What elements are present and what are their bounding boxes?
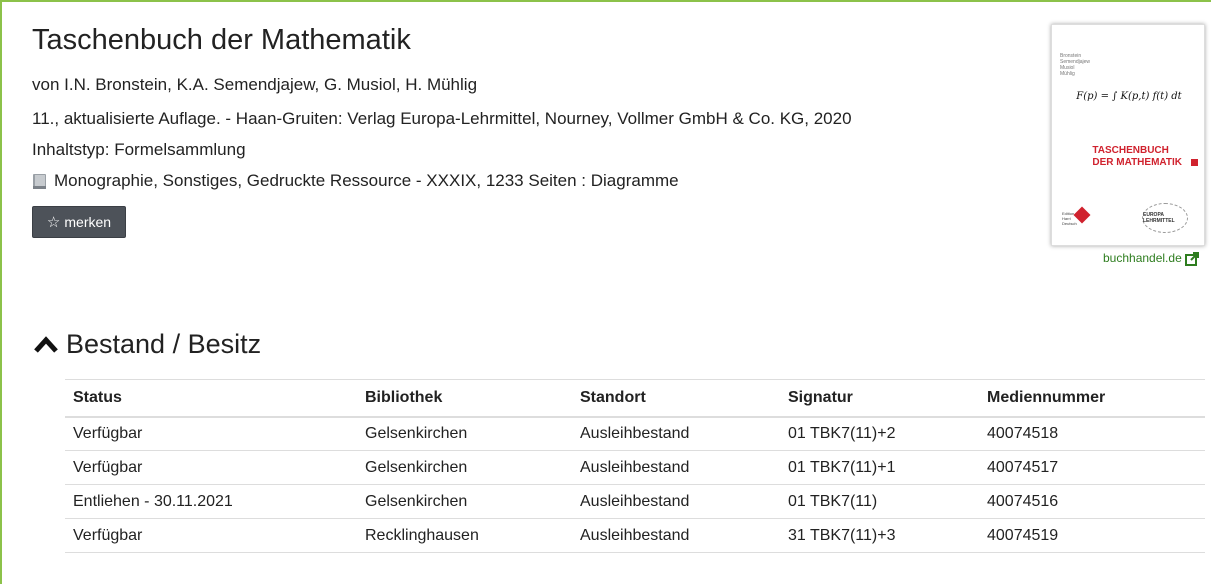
cell-status: Entliehen - 30.11.2021 xyxy=(65,484,357,519)
holdings-heading: Bestand / Besitz xyxy=(66,329,262,359)
cell-bibliothek: Gelsenkirchen xyxy=(357,450,572,485)
cell-signatur: 31 TBK7(11)+3 xyxy=(780,518,979,553)
holdings-table: Status Bibliothek Standort Signatur Medi… xyxy=(65,379,1205,553)
cell-standort: Ausleihbestand xyxy=(572,484,780,519)
cell-status: Verfügbar xyxy=(65,518,357,553)
cell-mediennummer: 40074518 xyxy=(979,416,1205,451)
record-authors: von I.N. Bronstein, K.A. Semendjajew, G.… xyxy=(32,75,478,94)
cover-authors: Bronstein Semendjajew Musiol Mühlig xyxy=(1060,53,1091,77)
chevron-up-icon xyxy=(34,335,58,355)
cell-bibliothek: Gelsenkirchen xyxy=(357,484,572,519)
cover-publisher-logo-left: Edition Harri Deutsch xyxy=(1062,206,1091,226)
record-title: Taschenbuch der Mathematik xyxy=(32,24,411,56)
column-header-bibliothek: Bibliothek xyxy=(357,379,572,418)
column-header-signatur: Signatur xyxy=(780,379,979,418)
table-header-row: Status Bibliothek Standort Signatur Medi… xyxy=(65,379,1205,418)
cell-standort: Ausleihbestand xyxy=(572,450,780,485)
cell-mediennummer: 40074519 xyxy=(979,518,1205,553)
cell-status: Verfügbar xyxy=(65,450,357,485)
table-row: Verfügbar Recklinghausen Ausleihbestand … xyxy=(65,518,1205,553)
merken-label: merken xyxy=(64,214,112,230)
merken-button[interactable]: ☆ merken xyxy=(32,206,126,238)
cell-signatur: 01 TBK7(11) xyxy=(780,484,979,519)
cell-signatur: 01 TBK7(11)+1 xyxy=(780,450,979,485)
buchhandel-label: buchhandel.de xyxy=(1103,251,1182,265)
buchhandel-link[interactable]: buchhandel.de xyxy=(1103,251,1199,266)
star-outline-icon: ☆ xyxy=(46,213,61,231)
cover-title: TASCHENBUCH DER MATHEMATIK xyxy=(1092,145,1182,168)
book-cover[interactable]: Bronstein Semendjajew Musiol Mühlig F(p)… xyxy=(1051,24,1205,246)
holdings-section-toggle[interactable]: Bestand / Besitz xyxy=(34,329,261,360)
table-row: Entliehen - 30.11.2021 Gelsenkirchen Aus… xyxy=(65,484,1205,519)
table-row: Verfügbar Gelsenkirchen Ausleihbestand 0… xyxy=(65,416,1205,451)
record-format-text: Monographie, Sonstiges, Gedruckte Ressou… xyxy=(54,171,679,190)
record-edition: 11., aktualisierte Auflage. - Haan-Gruit… xyxy=(32,109,852,128)
book-icon xyxy=(32,173,48,190)
cell-bibliothek: Recklinghausen xyxy=(357,518,572,553)
cover-formula: F(p) = ∫ K(p,t) f(t) dt xyxy=(1076,91,1182,102)
cell-standort: Ausleihbestand xyxy=(572,518,780,553)
column-header-standort: Standort xyxy=(572,379,780,418)
cell-signatur: 01 TBK7(11)+2 xyxy=(780,416,979,451)
record-content-type: Inhaltstyp: Formelsammlung xyxy=(32,140,246,159)
cover-publisher-logo-right: EUROPA LEHRMITTEL xyxy=(1142,203,1188,233)
table-row: Verfügbar Gelsenkirchen Ausleihbestand 0… xyxy=(65,450,1205,485)
cell-status: Verfügbar xyxy=(65,416,357,451)
record-format: Monographie, Sonstiges, Gedruckte Ressou… xyxy=(32,171,679,191)
column-header-mediennummer: Mediennummer xyxy=(979,379,1205,418)
cell-bibliothek: Gelsenkirchen xyxy=(357,416,572,451)
cell-standort: Ausleihbestand xyxy=(572,416,780,451)
cell-mediennummer: 40074517 xyxy=(979,450,1205,485)
external-link-icon xyxy=(1184,252,1199,266)
cover-red-square xyxy=(1191,159,1198,166)
column-header-status: Status xyxy=(65,379,357,418)
record-panel: Taschenbuch der Mathematik von I.N. Bron… xyxy=(0,0,1211,584)
cell-mediennummer: 40074516 xyxy=(979,484,1205,519)
